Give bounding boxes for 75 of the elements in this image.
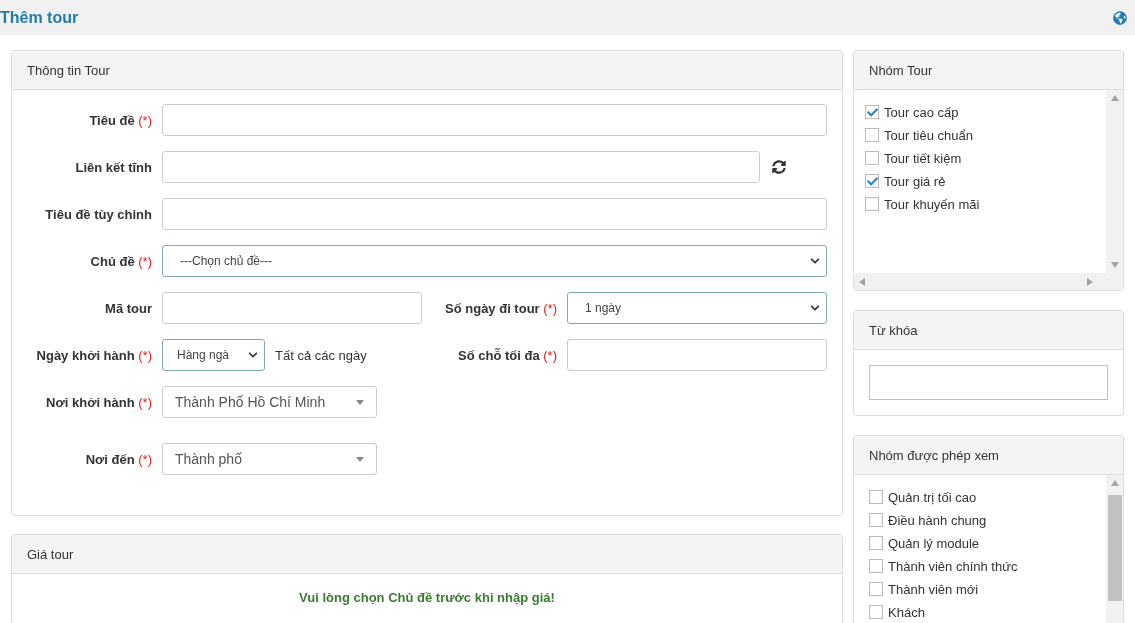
checkbox[interactable] (869, 490, 883, 504)
checkbox[interactable] (869, 513, 883, 527)
caret-icon (356, 399, 364, 405)
required-mark: (*) (138, 112, 152, 128)
text-input[interactable] (162, 292, 422, 324)
text-input[interactable] (567, 339, 827, 371)
scroll-up-icon[interactable] (1110, 95, 1119, 101)
globe-icon[interactable] (1113, 10, 1127, 25)
refresh-icon[interactable] (772, 160, 786, 174)
checkbox-item[interactable]: Tour tiêu chuẩn (865, 127, 973, 143)
checkbox-item[interactable]: Tour tiết kiệm (865, 150, 962, 166)
checkbox-item[interactable]: Thành viên mới (869, 581, 979, 597)
checkbox[interactable] (869, 559, 883, 573)
required-mark: (*) (138, 451, 152, 467)
field-label: Nơi khởi hành (*) (45, 394, 152, 410)
field-label: Tiêu đề (*) (88, 112, 152, 128)
page-title: Thêm tour (0, 8, 79, 27)
scroll-right-icon[interactable] (1087, 277, 1093, 286)
checkbox[interactable] (865, 105, 879, 119)
check-icon (866, 106, 878, 118)
field-label: Chủ đề (*) (89, 253, 152, 269)
scroll-up-icon[interactable] (1110, 480, 1119, 486)
checkbox[interactable] (865, 151, 879, 165)
check-icon (866, 175, 878, 187)
field-label: Số chỗ tối đa (*) (457, 347, 557, 363)
panel-title: Nhóm Tour (854, 51, 1123, 90)
notice-text: Vui lòng chọn Chủ đề trước khi nhập giá! (298, 589, 556, 607)
vertical-scrollbar[interactable] (1106, 90, 1123, 273)
combo-select[interactable]: Thành phố (162, 443, 377, 475)
checkbox-item[interactable]: Thành viên chính thức (869, 558, 1018, 574)
checkbox[interactable] (865, 174, 879, 188)
panel-title: Thông tin Tour (12, 51, 842, 90)
checkbox[interactable] (865, 128, 879, 142)
keyword-input[interactable] (869, 365, 1108, 400)
select-field[interactable]: 1 ngày (567, 292, 827, 324)
required-mark: (*) (138, 394, 152, 410)
required-mark: (*) (543, 300, 557, 316)
required-mark: (*) (138, 253, 152, 269)
scroll-left-icon[interactable] (859, 277, 865, 286)
caret-icon (356, 456, 364, 462)
field-label: Mã tour (104, 300, 152, 316)
checkbox-item[interactable]: Quản trị tối cao (869, 489, 977, 505)
checkbox-item[interactable]: Điều hành chung (869, 512, 987, 528)
panel-title: Từ khóa (854, 311, 1123, 350)
required-mark: (*) (543, 347, 557, 363)
checkbox-item[interactable]: Khách (869, 604, 925, 620)
required-mark: (*) (138, 347, 152, 363)
select-field[interactable]: Hàng ngà (162, 339, 265, 371)
combo-select[interactable]: Thành Phố Hồ Chí Minh (162, 386, 377, 418)
field-label: Nơi đến (*) (84, 451, 152, 467)
note-text: Tất cả các ngày (275, 347, 367, 363)
select-field[interactable]: ---Chọn chủ đề--- (162, 245, 827, 277)
checkbox[interactable] (869, 605, 883, 619)
panel-title: Giá tour (12, 535, 842, 574)
text-input[interactable] (162, 198, 827, 230)
scroll-down-icon[interactable] (1110, 262, 1119, 268)
chevron-down-icon (248, 350, 258, 360)
checkbox[interactable] (869, 582, 883, 596)
checkbox[interactable] (869, 536, 883, 550)
chevron-down-icon (810, 256, 820, 266)
horizontal-scrollbar[interactable] (854, 273, 1123, 290)
text-input[interactable] (162, 151, 760, 183)
checkbox-item[interactable]: Quản lý module (869, 535, 980, 551)
field-label: Số ngày đi tour (*) (444, 300, 557, 316)
field-label: Liên kết tĩnh (74, 159, 152, 175)
checkbox-item[interactable]: Tour giá rẻ (865, 173, 946, 189)
chevron-down-icon (810, 303, 820, 313)
vertical-scrollbar[interactable] (1106, 475, 1123, 623)
field-label: Tiêu đề tùy chỉnh (44, 206, 152, 222)
text-input[interactable] (162, 104, 827, 136)
checkbox[interactable] (865, 197, 879, 211)
checkbox-item[interactable]: Tour khuyến mãi (865, 196, 980, 212)
panel-title: Nhóm được phép xem (854, 436, 1123, 475)
field-label: Ngày khởi hành (*) (35, 347, 152, 363)
checkbox-item[interactable]: Tour cao cấp (865, 104, 959, 120)
